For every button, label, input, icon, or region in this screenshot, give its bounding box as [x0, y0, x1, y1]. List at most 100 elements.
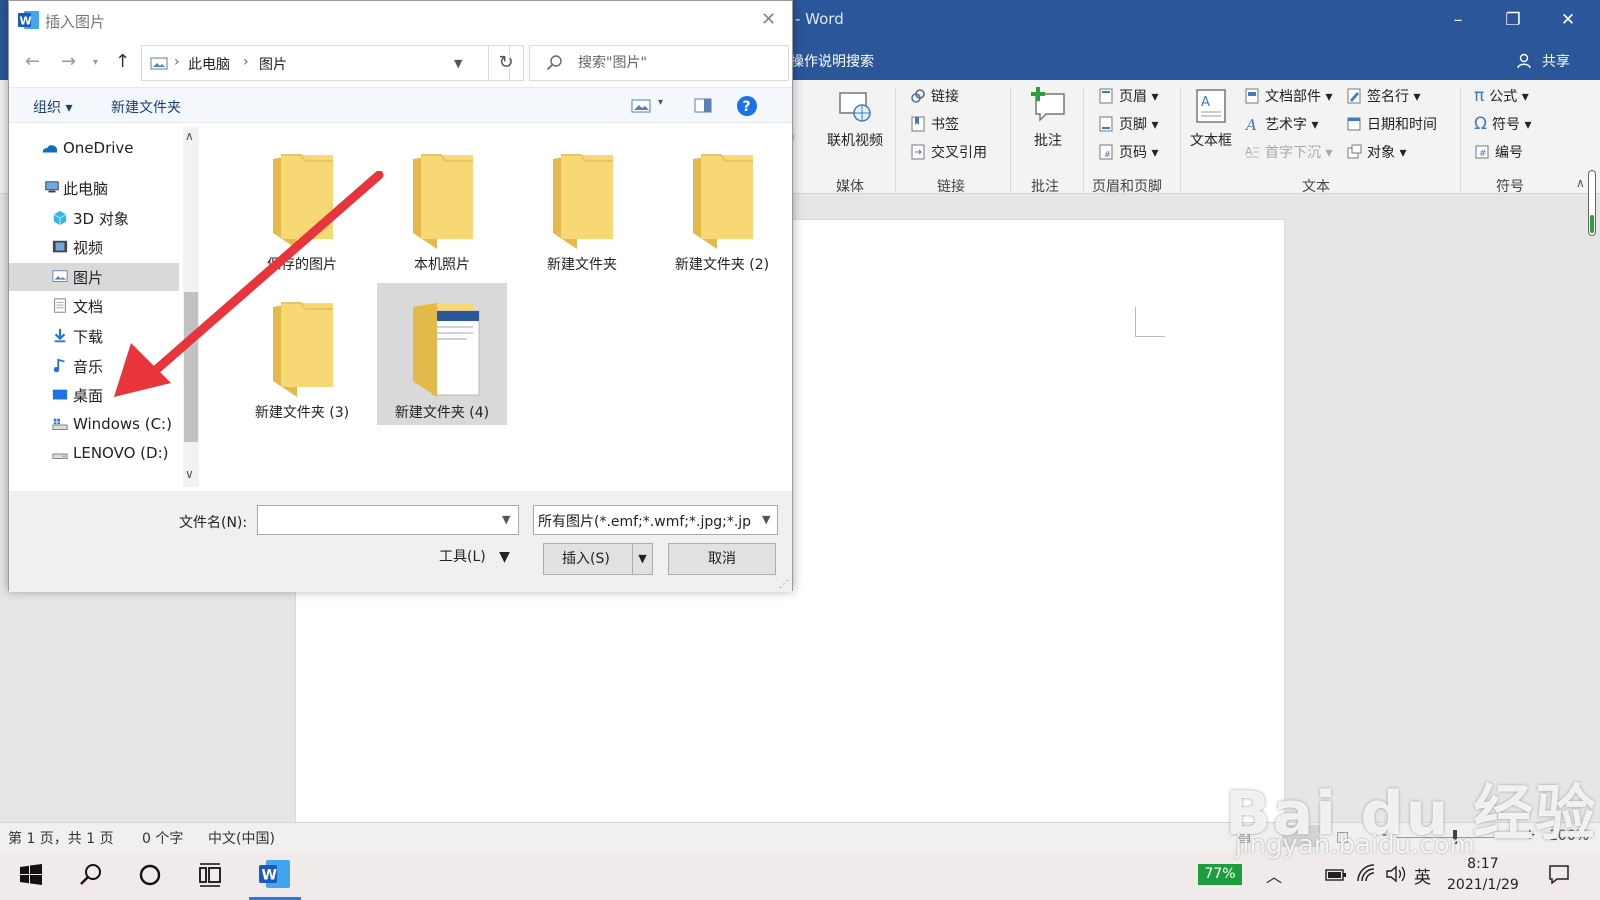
cortana-icon[interactable] [135, 860, 165, 890]
address-breadcrumb[interactable]: › 此电脑 › 图片 ▼ [141, 45, 510, 81]
dialog-close-icon[interactable]: ✕ [761, 9, 776, 30]
input-language[interactable]: 英 [1414, 863, 1431, 888]
svg-text:A: A [1244, 116, 1257, 132]
new-folder-button[interactable]: 新建文件夹 [111, 97, 181, 117]
text-box-button[interactable]: A 文本框 [1186, 88, 1236, 150]
volume-icon[interactable] [1385, 864, 1407, 884]
resize-grip-icon[interactable]: ⋰ [779, 579, 789, 590]
drop-cap-button[interactable]: A 首字下沉 ▾ [1244, 142, 1332, 162]
recent-locations-chevron-icon[interactable]: ▾ [93, 57, 98, 68]
tools-button[interactable]: 工具(L) ▼ [439, 546, 510, 566]
quick-parts-button[interactable]: 文档部件 ▾ [1244, 86, 1332, 106]
file-type-select[interactable]: 所有图片(*.emf;*.wmf;*.jpg;*.jp ▼ [533, 505, 778, 535]
battery-icon[interactable] [1325, 868, 1347, 882]
insert-button[interactable]: 插入(S) ▼ [543, 543, 653, 575]
wordart-label: 艺术字 [1265, 117, 1307, 133]
pictures-folder-icon [150, 57, 168, 70]
page-count[interactable]: 第 1 页，共 1 页 [8, 828, 114, 848]
forward-arrow-icon[interactable]: → [61, 51, 76, 72]
up-arrow-icon[interactable]: ↑ [115, 51, 130, 72]
page-number-icon: # [1099, 144, 1113, 160]
symbol-button[interactable]: Ω 符号 ▾ [1474, 114, 1531, 134]
nav-item-label: OneDrive [63, 139, 134, 157]
folder-item[interactable]: 新建文件夹 (4) [377, 283, 507, 425]
margin-corner-mark [1135, 307, 1165, 337]
view-options-chevron-icon[interactable]: ▾ [658, 97, 663, 108]
filename-dropdown-icon[interactable]: ▼ [502, 513, 510, 526]
equation-button[interactable]: π 公式 ▾ [1474, 86, 1529, 106]
tell-me-search[interactable]: 操作说明搜索 [790, 51, 874, 71]
search-box[interactable] [529, 45, 789, 81]
insert-label: 插入(S) [562, 551, 610, 567]
address-dropdown-icon[interactable]: ▼ [454, 57, 462, 70]
folder-item[interactable]: 新建文件夹 (2) [657, 135, 787, 277]
insert-options-dropdown-icon[interactable]: ▼ [632, 544, 652, 574]
object-button[interactable]: 对象 ▾ [1346, 142, 1406, 162]
dialog-titlebar[interactable]: W 插入图片 ✕ [9, 1, 792, 41]
bookmark-button[interactable]: 书签 [910, 114, 959, 134]
filename-input[interactable] [262, 511, 492, 526]
word-taskbar-icon[interactable]: W [258, 858, 292, 890]
nav-item-label: 此电脑 [63, 180, 109, 198]
share-button[interactable]: 共享 [1542, 51, 1570, 71]
refresh-icon[interactable]: ↻ [488, 45, 524, 81]
text-box-icon: A [1196, 89, 1226, 123]
folder-item[interactable]: 本机照片 [377, 135, 507, 277]
nav-item-label: 视频 [73, 239, 104, 258]
breadcrumb-this-pc[interactable]: 此电脑 [188, 54, 230, 74]
vertical-scrollbar[interactable] [1588, 170, 1596, 236]
windows-start-icon[interactable] [16, 860, 46, 890]
new-comment-icon [1031, 87, 1065, 122]
footer-label: 页脚 [1119, 117, 1147, 133]
page-number-button[interactable]: # 页码 ▾ [1098, 142, 1158, 162]
back-arrow-icon[interactable]: ← [25, 51, 40, 72]
bookmark-label: 书签 [931, 117, 959, 133]
link-button[interactable]: 链接 [910, 86, 959, 106]
clock[interactable]: 8:17 2021/1/29 [1447, 854, 1519, 896]
restore-icon[interactable]: ❐ [1495, 6, 1531, 34]
group-label-links: 链接 [937, 179, 965, 195]
folder-item[interactable]: 新建文件夹 [517, 135, 647, 277]
scroll-down-icon[interactable]: ∨ [185, 467, 194, 481]
scroll-up-icon[interactable]: ∧ [185, 129, 194, 143]
action-center-icon[interactable] [1548, 863, 1570, 885]
breadcrumb-pictures[interactable]: 图片 [259, 54, 287, 74]
online-video-button[interactable]: 联机视频 [820, 90, 890, 150]
help-icon[interactable]: ? [736, 95, 758, 117]
cross-reference-button[interactable]: 交叉引用 [910, 142, 987, 162]
filename-combobox[interactable]: ▼ [257, 505, 519, 535]
search-icon[interactable] [76, 860, 106, 890]
header-button[interactable]: 页眉 ▾ [1098, 86, 1158, 106]
nav-item[interactable]: OneDrive [9, 135, 179, 163]
close-icon[interactable]: ✕ [1550, 6, 1586, 34]
organize-button[interactable]: 组织 ▾ [33, 97, 72, 117]
word-count[interactable]: 0 个字 [142, 828, 183, 848]
search-icon [546, 55, 562, 71]
task-view-icon[interactable] [195, 860, 225, 890]
nav-item[interactable]: Windows (C:) [9, 411, 179, 439]
group-label-symbols: 符号 [1496, 179, 1524, 195]
search-input[interactable] [578, 55, 778, 71]
nav-item[interactable]: LENOVO (D:) [9, 440, 179, 468]
show-hidden-icons-icon[interactable]: ︿ [1266, 863, 1282, 887]
footer-button[interactable]: 页脚 ▾ [1098, 114, 1158, 134]
new-comment-button[interactable]: 批注 [1020, 86, 1076, 150]
date-time-button[interactable]: 日期和时间 [1346, 114, 1437, 134]
header-label: 页眉 [1119, 89, 1147, 105]
change-view-icon[interactable] [631, 99, 651, 113]
wordart-button[interactable]: A 艺术字 ▾ [1244, 114, 1318, 134]
cancel-button[interactable]: 取消 [668, 543, 776, 575]
link-label: 链接 [931, 89, 959, 105]
scroll-indicator [1590, 215, 1594, 233]
watermark-url: jingyan.baidu.com [1235, 830, 1475, 860]
minimize-icon[interactable]: – [1440, 6, 1476, 34]
wifi-icon[interactable] [1356, 863, 1378, 885]
language-status[interactable]: 中文(中国) [208, 828, 275, 848]
signature-line-button[interactable]: 签名行 ▾ [1346, 86, 1420, 106]
numbering-button[interactable]: # 编号 [1474, 142, 1523, 162]
collapse-ribbon-icon[interactable]: ∧ [1576, 176, 1585, 190]
ribbon-separator [1083, 88, 1084, 192]
preview-pane-icon[interactable] [694, 98, 712, 113]
dialog-toolbar: 组织 ▾ 新建文件夹 ▾ ? [9, 87, 792, 123]
file-type-dropdown-icon[interactable]: ▼ [762, 513, 770, 526]
